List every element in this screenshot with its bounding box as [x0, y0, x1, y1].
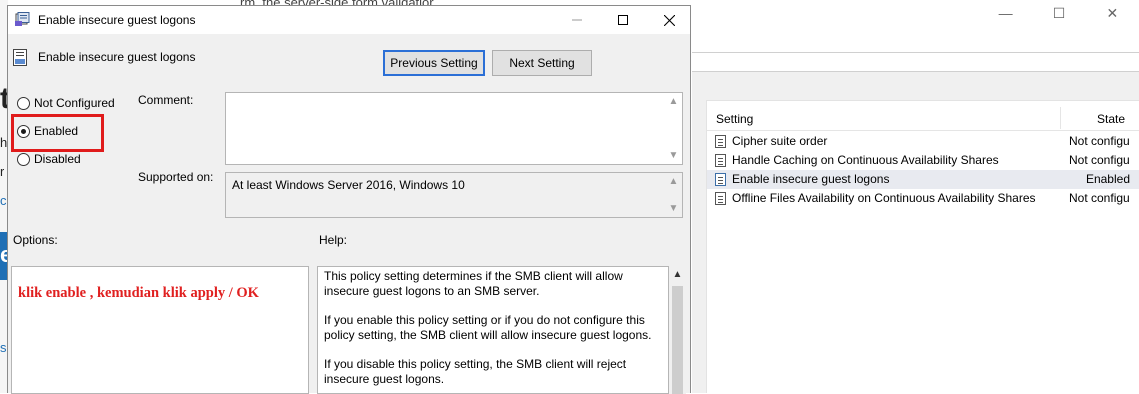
background-fragment: c	[0, 193, 7, 208]
settings-list: Setting State Cipher suite order Not con…	[706, 100, 1139, 393]
previous-setting-button[interactable]: Previous Setting	[383, 50, 485, 76]
list-item-state: Not configu	[1069, 134, 1130, 148]
radio-disabled[interactable]: Disabled	[17, 152, 81, 166]
list-header: Setting State	[707, 101, 1139, 131]
list-item-selected[interactable]: Enable insecure guest logons Enabled	[707, 170, 1139, 189]
maximize-icon	[618, 15, 628, 25]
comment-label: Comment:	[138, 93, 194, 107]
maximize-button[interactable]	[600, 6, 646, 34]
policy-document-icon	[715, 173, 726, 186]
column-header-state[interactable]: State	[1097, 112, 1125, 126]
background-minimize-button[interactable]: —	[979, 0, 1032, 26]
list-item-state: Not configu	[1069, 153, 1130, 167]
comment-scrollbar[interactable]: ▲ ▼	[665, 93, 682, 164]
background-fragment: s	[0, 340, 7, 355]
list-item-name: Cipher suite order	[732, 134, 828, 148]
list-item-name: Handle Caching on Continuous Availabilit…	[732, 153, 999, 167]
help-panel: This policy setting determines if the SM…	[317, 266, 669, 394]
minimize-icon	[572, 19, 582, 21]
policy-document-icon	[715, 154, 726, 167]
help-paragraph: If you enable this policy setting or if …	[324, 313, 652, 342]
scroll-up-icon[interactable]: ▲	[669, 266, 686, 283]
list-item-state: Not configu	[1069, 191, 1130, 205]
radio-button[interactable]	[17, 96, 30, 110]
close-icon	[663, 14, 675, 26]
policy-document-icon	[715, 135, 726, 148]
background-toolbar	[692, 52, 1139, 72]
instruction-annotation: klik enable , kemudian klik apply / OK	[18, 285, 259, 301]
list-item-name: Offline Files Availability on Continuous…	[732, 191, 1036, 205]
help-paragraph: If you disable this policy setting, the …	[324, 357, 627, 386]
dialog-titlebar[interactable]: Enable insecure guest logons	[8, 6, 690, 34]
list-item-state: Enabled	[1085, 172, 1130, 186]
supported-scrollbar[interactable]: ▲ ▼	[665, 173, 682, 217]
scroll-down-icon[interactable]: ▼	[665, 200, 682, 217]
highlight-annotation-box	[11, 114, 104, 152]
comment-field[interactable]: ▲ ▼	[225, 92, 683, 165]
background-close-button[interactable]: ✕	[1086, 0, 1139, 26]
dialog-title: Enable insecure guest logons	[38, 13, 196, 27]
supported-on-field: At least Windows Server 2016, Windows 10…	[225, 172, 683, 218]
radio-label: Not Configured	[34, 96, 115, 110]
help-scrollbar[interactable]: ▲	[669, 266, 686, 394]
help-label: Help:	[319, 233, 348, 247]
setting-title: Enable insecure guest logons	[38, 50, 196, 64]
scrollbar-thumb[interactable]	[672, 286, 683, 394]
column-divider[interactable]	[1060, 107, 1061, 129]
supported-on-label: Supported on:	[138, 170, 214, 184]
help-paragraph: This policy setting determines if the SM…	[324, 269, 623, 298]
scroll-down-icon[interactable]: ▼	[665, 147, 682, 164]
policy-dialog: Enable insecure guest logons Enable inse…	[7, 5, 691, 394]
scroll-up-icon[interactable]: ▲	[665, 93, 682, 110]
list-item-name: Enable insecure guest logons	[732, 172, 890, 186]
minimize-button[interactable]	[554, 6, 600, 34]
radio-label: Disabled	[34, 152, 81, 166]
radio-button[interactable]	[17, 152, 30, 166]
radio-not-configured[interactable]: Not Configured	[17, 96, 115, 110]
supported-on-value: At least Windows Server 2016, Windows 10	[232, 178, 465, 192]
policy-editor-icon	[15, 12, 30, 26]
background-maximize-button[interactable]: ☐	[1032, 0, 1085, 26]
next-setting-button[interactable]: Next Setting	[492, 50, 592, 76]
column-header-setting[interactable]: Setting	[716, 112, 753, 126]
background-window-controls: — ☐ ✕	[979, 0, 1139, 26]
background-fragment: r	[0, 164, 5, 179]
list-item[interactable]: Cipher suite order Not configu	[707, 132, 1139, 151]
list-item[interactable]: Offline Files Availability on Continuous…	[707, 189, 1139, 208]
policy-setting-icon	[13, 49, 27, 66]
options-label: Options:	[13, 233, 58, 247]
close-button[interactable]	[646, 6, 692, 34]
scroll-up-icon[interactable]: ▲	[665, 173, 682, 190]
policy-document-icon	[715, 192, 726, 205]
list-item[interactable]: Handle Caching on Continuous Availabilit…	[707, 151, 1139, 170]
